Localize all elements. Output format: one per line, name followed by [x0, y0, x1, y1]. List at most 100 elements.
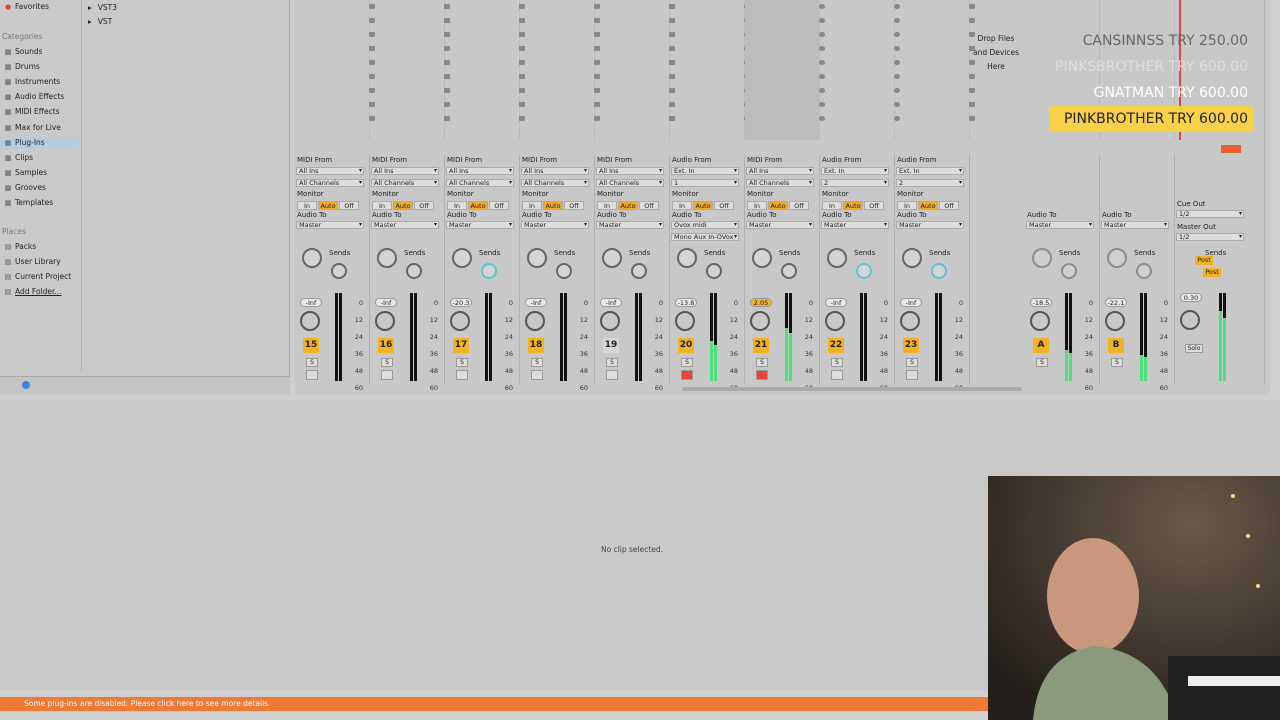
solo-button[interactable]: S: [831, 358, 843, 367]
master-pan-knob[interactable]: [1180, 310, 1200, 330]
favorites-item[interactable]: ● Favorites: [4, 1, 82, 13]
monitor-auto-button[interactable]: Auto: [543, 201, 563, 210]
output-select[interactable]: Master: [296, 221, 364, 229]
output-select[interactable]: Master: [371, 221, 439, 229]
volume-field[interactable]: -Inf: [825, 298, 847, 307]
input-channel-select[interactable]: All Channels: [446, 179, 514, 187]
place-item[interactable]: ▤ Packs: [4, 241, 82, 253]
monitor-off-button[interactable]: Off: [414, 201, 434, 210]
clip-slot-button[interactable]: [969, 4, 975, 9]
pan-knob[interactable]: [825, 311, 845, 331]
solo-button[interactable]: S: [456, 358, 468, 367]
send-a-knob[interactable]: [602, 248, 622, 268]
monitor-off-button[interactable]: Off: [789, 201, 809, 210]
send-a-knob[interactable]: [1032, 248, 1052, 268]
output-channel-select[interactable]: Mono Aux In-OVox: [671, 233, 739, 241]
track-activator-button[interactable]: 17: [453, 338, 469, 353]
monitor-in-button[interactable]: In: [297, 201, 317, 210]
clip-slot-button[interactable]: [969, 74, 975, 79]
volume-field[interactable]: -Inf: [300, 298, 322, 307]
monitor-in-button[interactable]: In: [747, 201, 767, 210]
monitor-auto-button[interactable]: Auto: [843, 201, 863, 210]
input-channel-select[interactable]: 2: [821, 179, 889, 187]
arm-button[interactable]: [381, 370, 393, 380]
category-item[interactable]: ▦ Clips: [4, 152, 82, 164]
output-select[interactable]: Master: [896, 221, 964, 229]
send-a-knob[interactable]: [302, 248, 322, 268]
category-item[interactable]: ▦ Audio Effects: [4, 91, 82, 103]
plugin-folder-vst3[interactable]: ▸ VST3: [88, 3, 117, 12]
output-select[interactable]: Master: [521, 221, 589, 229]
category-item[interactable]: ▦ Max for Live: [4, 122, 82, 134]
solo-button[interactable]: S: [531, 358, 543, 367]
track-activator-button[interactable]: 19: [603, 338, 619, 353]
category-item[interactable]: ▦ Samples: [4, 167, 82, 179]
solo-button[interactable]: S: [756, 358, 768, 367]
clip-slot-button[interactable]: [969, 88, 975, 93]
input-type-select[interactable]: Ext. In: [896, 167, 964, 175]
category-item[interactable]: ▦ Templates: [4, 197, 82, 209]
monitor-in-button[interactable]: In: [372, 201, 392, 210]
pan-knob[interactable]: [1030, 311, 1050, 331]
monitor-in-button[interactable]: In: [897, 201, 917, 210]
send-a-knob[interactable]: [752, 248, 772, 268]
status-bar[interactable]: Some plug-ins are disabled. Please click…: [0, 697, 990, 711]
input-channel-select[interactable]: 2: [896, 179, 964, 187]
pan-knob[interactable]: [600, 311, 620, 331]
send-b-knob[interactable]: [331, 263, 347, 279]
monitor-off-button[interactable]: Off: [489, 201, 509, 210]
send-b-knob[interactable]: [931, 263, 947, 279]
clip-slot-button[interactable]: [969, 102, 975, 107]
category-item[interactable]: ▦ Instruments: [4, 76, 82, 88]
input-type-select[interactable]: All Ins: [746, 167, 814, 175]
send-a-knob[interactable]: [1107, 248, 1127, 268]
output-select[interactable]: Master: [596, 221, 664, 229]
plugin-folder-vst[interactable]: ▸ VST: [88, 17, 112, 26]
send-post-button[interactable]: Post: [1203, 268, 1221, 277]
send-a-knob[interactable]: [827, 248, 847, 268]
monitor-off-button[interactable]: Off: [339, 201, 359, 210]
solo-button[interactable]: S: [1111, 358, 1123, 367]
arm-button[interactable]: [756, 370, 768, 380]
master-out-select[interactable]: 1/2: [1176, 233, 1244, 241]
input-type-select[interactable]: All Ins: [371, 167, 439, 175]
output-select[interactable]: Master: [821, 221, 889, 229]
monitor-in-button[interactable]: In: [672, 201, 692, 210]
category-item[interactable]: ▦ Sounds: [4, 46, 82, 58]
input-channel-select[interactable]: All Channels: [596, 179, 664, 187]
send-b-knob[interactable]: [856, 263, 872, 279]
cue-out-select[interactable]: 1/2: [1176, 210, 1244, 218]
volume-field[interactable]: -Inf: [900, 298, 922, 307]
send-b-knob[interactable]: [1061, 263, 1077, 279]
return-activator-button[interactable]: A: [1033, 338, 1049, 353]
input-channel-select[interactable]: All Channels: [371, 179, 439, 187]
send-a-knob[interactable]: [677, 248, 697, 268]
arm-button[interactable]: [531, 370, 543, 380]
send-b-knob[interactable]: [481, 263, 497, 279]
pan-knob[interactable]: [525, 311, 545, 331]
track-activator-button[interactable]: 18: [528, 338, 544, 353]
category-item[interactable]: ▦ Grooves: [4, 182, 82, 194]
volume-field[interactable]: -18.5: [1030, 298, 1052, 307]
input-type-select[interactable]: All Ins: [446, 167, 514, 175]
solo-button[interactable]: S: [681, 358, 693, 367]
volume-field[interactable]: -Inf: [375, 298, 397, 307]
volume-field[interactable]: -22.1: [1105, 298, 1127, 307]
monitor-off-button[interactable]: Off: [564, 201, 584, 210]
drop-zone[interactable]: Drop Files and Devices Here: [967, 32, 1025, 74]
output-select[interactable]: Master: [1026, 221, 1094, 229]
monitor-off-button[interactable]: Off: [639, 201, 659, 210]
send-a-knob[interactable]: [377, 248, 397, 268]
monitor-off-button[interactable]: Off: [714, 201, 734, 210]
pan-knob[interactable]: [1105, 311, 1125, 331]
volume-field[interactable]: -13.8: [675, 298, 697, 307]
volume-field[interactable]: -20.3: [450, 298, 472, 307]
solo-cue-button[interactable]: Solo: [1185, 344, 1203, 353]
pan-knob[interactable]: [450, 311, 470, 331]
master-volume-field[interactable]: 0.30: [1180, 293, 1202, 302]
volume-field[interactable]: -Inf: [600, 298, 622, 307]
monitor-in-button[interactable]: In: [597, 201, 617, 210]
send-b-knob[interactable]: [556, 263, 572, 279]
volume-field[interactable]: 2.05: [750, 298, 772, 307]
category-item[interactable]: ▦ Drums: [4, 61, 82, 73]
